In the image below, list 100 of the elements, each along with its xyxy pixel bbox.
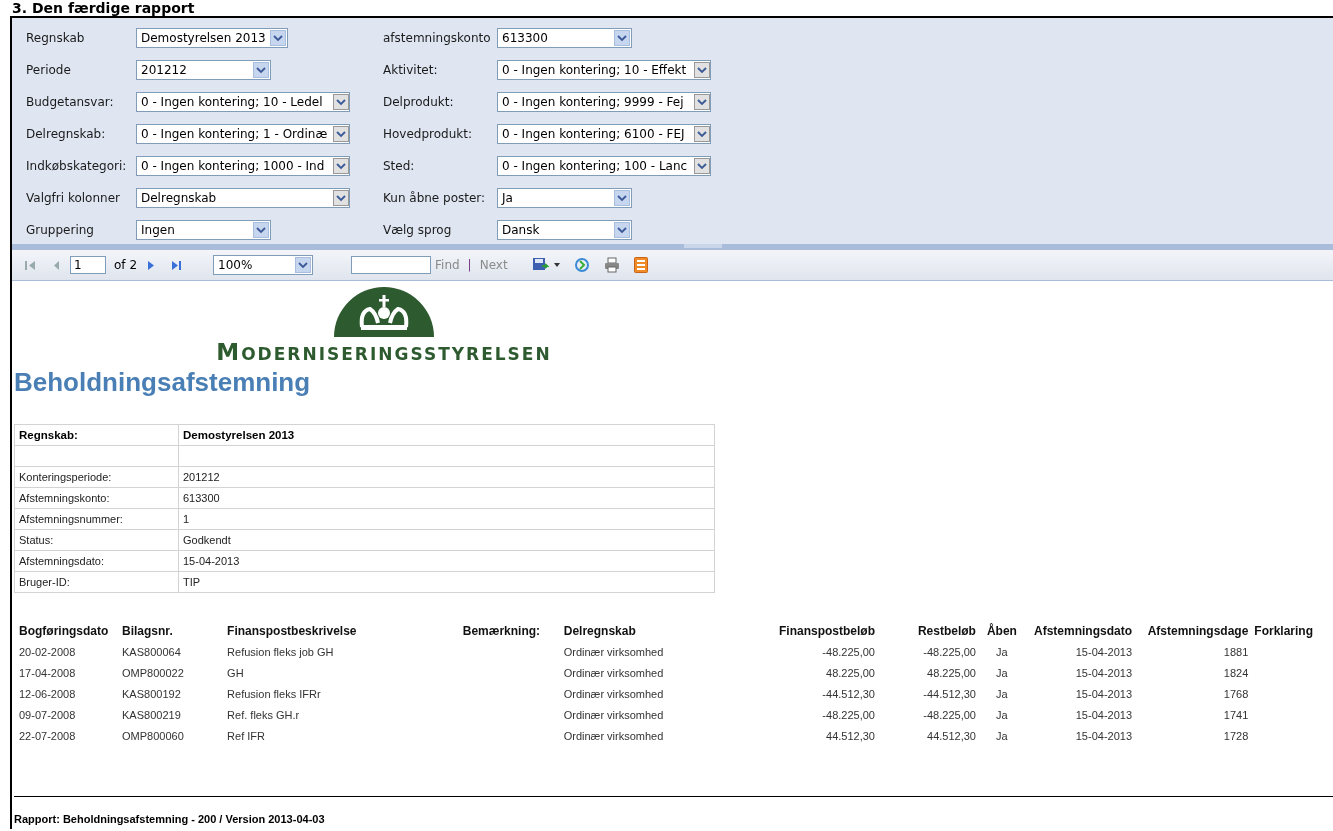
table-cell-text: OMP800022: [121, 665, 185, 681]
dropdown-field[interactable]: 0 - Ingen kontering; 1000 - Ind: [136, 156, 350, 176]
table-cell-text: 48.225,00: [926, 665, 977, 681]
info-label: Konteringsperiode:: [14, 466, 179, 488]
table-cell-text: -48.225,00: [922, 644, 977, 660]
dropdown-field[interactable]: 0 - Ingen kontering; 1 - Ordinæ: [136, 124, 350, 144]
find-field[interactable]: [351, 256, 431, 274]
report-title: Beholdningsafstemning: [14, 367, 312, 398]
field-label: Gruppering: [26, 223, 95, 237]
field-label: Hovedprodukt:: [383, 127, 473, 141]
info-value: 15-04-2013: [178, 550, 715, 572]
column-header: Åben: [985, 622, 1018, 640]
field-label: Regnskab: [26, 31, 86, 45]
zoom-dropdown[interactable]: 100%: [213, 255, 313, 275]
field-label: Vælg sprog: [383, 223, 453, 237]
table-cell-text: KAS800219: [121, 707, 182, 723]
column-header: Delregnskab: [562, 623, 637, 640]
table-cell-text: Ordinær virksomhed: [562, 707, 665, 723]
table-cell-text: Ordinær virksomhed: [562, 728, 665, 744]
dropdown-field[interactable]: Demostyrelsen 2013: [136, 28, 288, 48]
column-header: Bemærkning:: [461, 623, 542, 640]
info-value: 613300: [178, 487, 715, 509]
table-cell-text: 44.512,30: [926, 728, 977, 744]
table-cell-text: 44.512,30: [825, 728, 876, 744]
table-cell-text: 48.225,00: [825, 665, 876, 681]
column-header: Afstemningsdato: [1033, 623, 1134, 640]
dropdown-field[interactable]: Ingen: [136, 220, 271, 240]
table-cell-text: 15-04-2013: [1074, 707, 1134, 723]
report-footer: Rapport: Beholdningsafstemning - 200 / Version 2013-04-03: [14, 813, 325, 825]
table-cell-text: GH: [226, 665, 245, 681]
table-cell-text: 09-07-2008: [18, 707, 77, 723]
field-label: Delregnskab:: [26, 127, 107, 141]
page-heading: 3. Den færdige rapport: [12, 0, 196, 16]
document-layout-icon[interactable]: [633, 257, 648, 273]
column-header: Bilagsnr.: [121, 623, 174, 640]
field-label: Indkøbskategori:: [26, 159, 128, 173]
table-cell-text: Refusion fleks job GH: [226, 644, 335, 660]
dropdown-field[interactable]: Delregnskab: [136, 188, 350, 208]
table-cell-text: Ordinær virksomhed: [562, 686, 665, 702]
dropdown-field[interactable]: 201212: [136, 60, 271, 80]
field-label: Delprodukt:: [383, 95, 455, 109]
table-cell-text: 15-04-2013: [1074, 644, 1134, 660]
table-cell-text: Ordinær virksomhed: [562, 665, 665, 681]
column-header: Forklaring: [1253, 623, 1314, 640]
table-cell-text: 17-04-2008: [18, 665, 77, 681]
column-header: Finanspostbeløb: [777, 623, 876, 640]
dropdown-field[interactable]: Dansk: [497, 220, 632, 240]
table-cell-text: Ref IFR: [226, 728, 266, 744]
page-number-field[interactable]: 1: [70, 256, 106, 274]
dropdown-field[interactable]: Ja: [497, 188, 632, 208]
next-page-icon[interactable]: [145, 259, 157, 271]
column-header: Restbeløb: [916, 623, 977, 640]
info-label: Afstemningsdato:: [14, 550, 179, 572]
table-cell-text: KAS800192: [121, 686, 182, 702]
table-cell-text: -48.225,00: [821, 707, 876, 723]
table-cell-text: Ref. fleks GH.r: [226, 707, 301, 723]
table-cell-text: Ja: [995, 644, 1009, 660]
table-cell-text: 15-04-2013: [1074, 665, 1134, 681]
info-value: Godkendt: [178, 529, 715, 551]
info-value: Demostyrelsen 2013: [178, 424, 715, 446]
table-cell-text: Ordinær virksomhed: [562, 644, 665, 660]
logo-wordmark: MODERNISERINGSSTYRELSEN: [216, 339, 552, 365]
info-value: 1: [178, 508, 715, 530]
field-label: Budgetansvar:: [26, 95, 115, 109]
table-cell-text: KAS800064: [121, 644, 182, 660]
table-cell-text: -44.512,30: [922, 686, 977, 702]
field-label: afstemningskonto: [383, 31, 492, 45]
table-cell-text: 22-07-2008: [18, 728, 77, 744]
printer-icon[interactable]: [603, 257, 620, 273]
table-cell-text: 12-06-2008: [18, 686, 77, 702]
table-cell-text: OMP800060: [121, 728, 185, 744]
dropdown-field[interactable]: 0 - Ingen kontering; 6100 - FEJ: [497, 124, 711, 144]
caret-icon[interactable]: [553, 263, 560, 267]
dropdown-field[interactable]: 613300: [497, 28, 632, 48]
field-label: Periode: [26, 63, 72, 77]
table-cell-text: 1768: [1222, 686, 1250, 702]
table-cell-text: Ja: [995, 665, 1009, 681]
field-label: Valgfri kolonner: [26, 191, 121, 205]
table-cell-text: 15-04-2013: [1074, 686, 1134, 702]
last-page-icon[interactable]: [171, 259, 183, 271]
dropdown-field[interactable]: 0 - Ingen kontering; 100 - Lanc: [497, 156, 711, 176]
info-label: Regnskab:: [14, 424, 179, 446]
dropdown-field[interactable]: 0 - Ingen kontering; 10 - Ledel: [136, 92, 350, 112]
field-label: Kun åbne poster:: [383, 191, 487, 205]
dropdown-field[interactable]: 0 - Ingen kontering; 9999 - Fej: [497, 92, 711, 112]
table-cell-text: Refusion fleks IFRr: [226, 686, 322, 702]
info-label: Bruger-ID:: [14, 571, 179, 593]
field-label: Sted:: [383, 159, 416, 173]
table-cell-text: Ja: [995, 728, 1009, 744]
page-count: of 2: [114, 258, 137, 272]
table-cell-text: -48.225,00: [821, 644, 876, 660]
info-label: Afstemningsnummer:: [14, 508, 179, 530]
column-header: Bogføringsdato: [18, 623, 110, 640]
dropdown-field[interactable]: 0 - Ingen kontering; 10 - Effekt: [497, 60, 711, 80]
table-cell-text: 1881: [1222, 644, 1250, 660]
collapse-handle[interactable]: [683, 244, 722, 248]
table-cell-text: 1741: [1222, 707, 1250, 723]
info-label: Afstemningskonto:: [14, 487, 179, 509]
column-header: Finanspostbeskrivelse: [226, 623, 358, 640]
table-cell-text: Ja: [995, 686, 1009, 702]
